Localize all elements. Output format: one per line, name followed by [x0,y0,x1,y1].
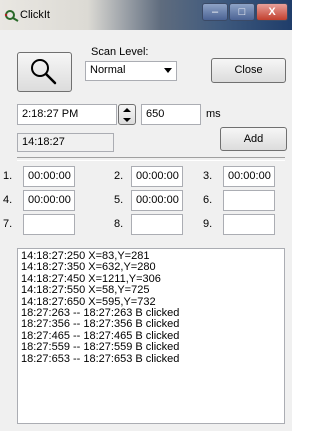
slot-field-3[interactable]: 00:00:00 [223,166,275,187]
minimize-button[interactable]: – [202,3,228,21]
dropdown-arrow-icon [164,68,172,73]
slot-field-7[interactable] [23,214,75,235]
log-textarea[interactable]: 14:18:27:250 X=83,Y=281 14:18:27:350 X=6… [17,248,285,424]
slot-number: 3. [203,170,213,182]
slot-number: 9. [203,218,213,230]
scan-level-label: Scan Level: [91,46,149,58]
current-time-display: 14:18:27 [17,133,114,152]
log-line: 18:27:653 -- 18:27:653 B clicked [21,352,180,365]
spin-down-icon[interactable] [123,118,131,122]
slot-field-2[interactable]: 00:00:00 [131,166,183,187]
separator [17,157,285,161]
slot-field-9[interactable] [223,214,275,235]
window-close-button[interactable]: X [256,3,288,21]
window-title: ClickIt [20,9,50,21]
ms-input[interactable]: 650 [141,104,201,125]
clickit-window: ClickIt – □ X Scan Level: Normal Close 2… [0,0,292,431]
spin-up-icon[interactable] [123,108,131,112]
slot-number: 8. [114,218,124,230]
ms-unit-label: ms [206,108,221,120]
slot-field-1[interactable]: 00:00:00 [23,166,75,187]
log-line: 18:27:559 -- 18:27:559 B clicked [21,341,180,354]
slot-field-5[interactable]: 00:00:00 [131,190,183,211]
title-bar[interactable]: ClickIt – □ X [0,0,292,30]
time-spinner[interactable] [118,104,136,125]
maximize-button[interactable]: □ [229,3,255,21]
slot-number: 1. [3,170,13,182]
add-button[interactable]: Add [220,127,287,151]
slot-field-4[interactable]: 00:00:00 [23,190,75,211]
log-line: 14:18:27:550 X=58,Y=725 [21,284,150,297]
slot-number: 6. [203,194,213,206]
slot-number: 7. [3,218,13,230]
app-icon [4,10,19,22]
scan-level-select[interactable]: Normal [85,61,177,81]
close-button[interactable]: Close [211,58,286,83]
slot-field-8[interactable] [131,214,183,235]
time-picker-input[interactable]: 2:18:27 PM [17,104,117,125]
slot-field-6[interactable] [223,190,275,211]
slot-number: 2. [114,170,124,182]
scan-level-value: Normal [90,64,126,76]
slot-number: 5. [114,194,124,206]
scan-button[interactable] [17,52,72,92]
slot-number: 4. [3,194,13,206]
magnifier-icon [31,59,57,85]
